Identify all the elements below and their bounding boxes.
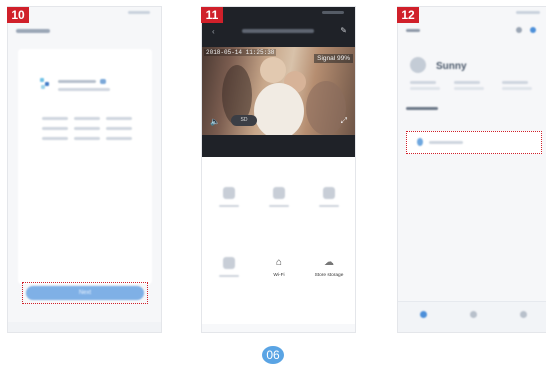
text-line bbox=[502, 81, 528, 84]
sd-quality-toggle[interactable]: SD bbox=[231, 115, 257, 126]
edit-icon[interactable]: ✎ bbox=[340, 26, 347, 35]
text-line bbox=[502, 87, 532, 90]
status-bar-icons bbox=[128, 11, 150, 14]
text-line bbox=[74, 137, 100, 140]
section-title bbox=[406, 107, 438, 110]
text-line bbox=[106, 137, 132, 140]
screenshot-icon bbox=[223, 187, 235, 199]
tab-home-icon[interactable] bbox=[420, 311, 427, 318]
function-speak[interactable] bbox=[260, 187, 298, 207]
camera-title bbox=[242, 29, 314, 33]
function-label bbox=[319, 205, 339, 207]
add-icon[interactable] bbox=[516, 27, 522, 33]
function-label: Store storage bbox=[314, 273, 344, 278]
step-badge: 11 bbox=[201, 7, 223, 23]
text-line bbox=[42, 127, 68, 130]
device-name-text bbox=[429, 141, 463, 144]
microphone-icon bbox=[273, 187, 285, 199]
wifi-icon: ⌂ bbox=[275, 257, 283, 268]
bottom-nav bbox=[202, 324, 355, 332]
camera-icon bbox=[417, 138, 423, 146]
text-line bbox=[42, 137, 68, 140]
function-screenshot[interactable] bbox=[210, 187, 248, 207]
bottom-nav bbox=[8, 322, 161, 332]
tab-smart-icon[interactable] bbox=[470, 311, 477, 318]
app-logo-icon bbox=[40, 78, 50, 90]
bottom-tab-bar bbox=[398, 301, 546, 332]
info-card bbox=[18, 49, 152, 284]
step-badge: 10 bbox=[7, 7, 29, 23]
back-icon[interactable]: ‹ bbox=[212, 27, 215, 36]
device-subtitle-text bbox=[58, 88, 110, 91]
function-panel: ⌂ Wi-Fi ☁ Store storage bbox=[202, 165, 355, 332]
home-name: Sunny bbox=[436, 61, 467, 72]
tab-me-icon[interactable] bbox=[520, 311, 527, 318]
function-photos[interactable] bbox=[210, 257, 248, 277]
text-line bbox=[106, 117, 132, 120]
text-line bbox=[74, 127, 100, 130]
text-line bbox=[454, 81, 480, 84]
video-timestamp: 2018-05-14 11:25:38 bbox=[204, 49, 277, 56]
profile-icon[interactable] bbox=[530, 27, 536, 33]
text-line bbox=[74, 117, 100, 120]
page-number: 06 bbox=[262, 346, 284, 364]
weather-icon bbox=[410, 57, 426, 73]
photo-icon bbox=[223, 257, 235, 269]
text-line bbox=[42, 117, 68, 120]
live-video-feed[interactable]: 2018-05-14 11:25:38 Signal 99% 🔈 ⤢ bbox=[202, 47, 355, 135]
status-bar-icons bbox=[322, 11, 344, 14]
function-label bbox=[219, 205, 239, 207]
edit-icon[interactable] bbox=[100, 79, 106, 84]
step-badge: 12 bbox=[397, 7, 419, 23]
phone-screen-step-11: ‹ ✎ 2018-05-14 11:25:38 Signal 99% 🔈 ⤢ S… bbox=[201, 6, 356, 333]
function-record[interactable] bbox=[310, 187, 348, 207]
function-wifi[interactable]: ⌂ Wi-Fi bbox=[260, 257, 298, 278]
function-label bbox=[219, 275, 239, 277]
cloud-icon: ☁ bbox=[324, 257, 334, 268]
phone-screen-step-10: Next bbox=[7, 6, 162, 333]
status-bar-icons bbox=[516, 11, 540, 14]
text-line bbox=[410, 81, 436, 84]
next-button[interactable]: Next bbox=[26, 286, 144, 300]
fullscreen-icon[interactable]: ⤢ bbox=[341, 117, 347, 126]
device-list-item[interactable] bbox=[406, 131, 542, 154]
screen-title bbox=[16, 29, 50, 33]
video-record-icon bbox=[323, 187, 335, 199]
text-line bbox=[454, 87, 484, 90]
header-bar: ‹ ✎ bbox=[202, 7, 355, 47]
function-label: Wi-Fi bbox=[273, 273, 285, 278]
text-line bbox=[106, 127, 132, 130]
control-bar bbox=[202, 135, 355, 157]
phone-screen-step-12: Sunny bbox=[397, 6, 546, 333]
signal-strength: Signal 99% bbox=[314, 54, 353, 63]
function-label bbox=[269, 205, 289, 207]
home-selector[interactable] bbox=[406, 29, 420, 32]
device-name-text bbox=[58, 80, 96, 83]
text-line bbox=[410, 87, 440, 90]
function-storage[interactable]: ☁ Store storage bbox=[310, 257, 348, 278]
speaker-icon[interactable]: 🔈 bbox=[210, 117, 220, 127]
